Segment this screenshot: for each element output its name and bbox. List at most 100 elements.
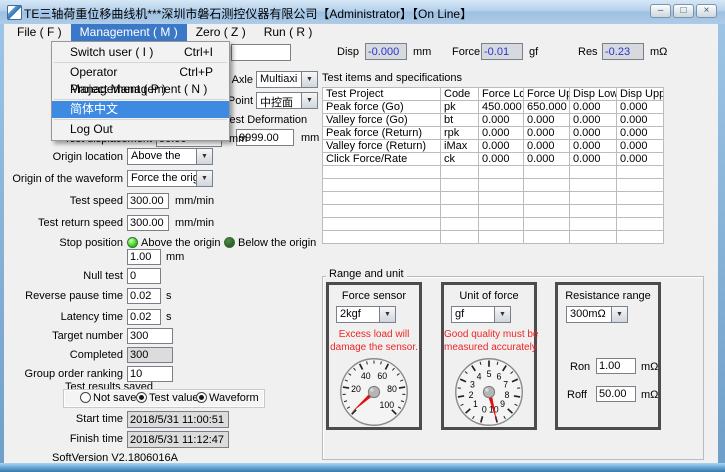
force-sensor-box: Force sensor 2kgf▼ Excess load will dama… [326, 282, 422, 430]
waveform-radio[interactable] [196, 392, 207, 403]
svg-text:0: 0 [482, 405, 487, 415]
spec-table-header: Test ProjectCode Force LowForce Upp Disp… [323, 88, 664, 101]
minimize-button[interactable]: – [650, 4, 671, 18]
window-border-right [718, 24, 725, 463]
window-border-bottom [0, 463, 725, 472]
not-save-label: Not save [93, 392, 136, 404]
spec-table-row[interactable]: Valley force (Return)iMax0.000 0.0000.00… [323, 140, 664, 153]
null-test-input[interactable] [127, 268, 161, 284]
res-label: Res [578, 46, 598, 58]
unit-of-force-select[interactable]: gf▼ [451, 306, 511, 323]
chevron-down-icon[interactable]: ▼ [196, 148, 213, 165]
resistance-range-title: Resistance range [558, 290, 658, 302]
waveform-label: Waveform [209, 392, 259, 404]
origin-location-select[interactable]: Above the▼ [127, 148, 213, 165]
window-title: TE三轴荷重位移曲线机***深圳市磐石测控仪器有限公司【Administrato… [24, 5, 472, 22]
test-speed-input[interactable] [127, 193, 169, 209]
above-origin-led[interactable] [127, 237, 138, 248]
roff-label: Roff [567, 389, 587, 401]
unit-of-force-gauge: 012345678910 [454, 357, 524, 427]
spec-table-row[interactable] [323, 218, 664, 231]
svg-text:4: 4 [477, 372, 482, 382]
point-select[interactable]: 中控面▼ [256, 92, 318, 109]
origin-waveform-label: Origin of the waveform [5, 173, 123, 185]
spec-table-row[interactable]: Valley force (Go)bt0.000 0.0000.0000.000 [323, 114, 664, 127]
spec-table: Test ProjectCode Force LowForce Upp Disp… [322, 87, 664, 244]
spec-table-row[interactable] [323, 166, 664, 179]
ron-unit: mΩ [641, 361, 658, 373]
spec-table-row[interactable]: Peak force (Return)rpk0.000 0.0000.0000.… [323, 127, 664, 140]
svg-text:6: 6 [496, 372, 501, 382]
origin-waveform-select[interactable]: Force the origin▼ [127, 170, 213, 187]
chevron-down-icon[interactable]: ▼ [494, 306, 511, 323]
title-bar: TE三轴荷重位移曲线机***深圳市磐石测控仪器有限公司【Administrato… [0, 0, 725, 25]
menu-item-operator-management[interactable]: Operator Management ( P )Ctrl+P [52, 64, 229, 81]
force-sensor-warning-1: Excess load will [329, 329, 419, 340]
below-origin-led[interactable] [224, 237, 235, 248]
menu-item-switch-user[interactable]: Switch user ( I )Ctrl+I [52, 44, 229, 61]
menu-run[interactable]: Run ( R ) [255, 24, 322, 41]
menu-separator [54, 119, 227, 120]
latency-time-unit: s [166, 311, 172, 323]
chevron-down-icon[interactable]: ▼ [196, 170, 213, 187]
disp-label: Disp [337, 46, 359, 58]
menu-file[interactable]: File ( F ) [8, 24, 71, 41]
group-order-input[interactable] [127, 366, 173, 382]
latency-time-input[interactable] [127, 309, 161, 325]
menu-item-log-out[interactable]: Log Out [52, 121, 229, 138]
above-origin-label: Above the origin [141, 237, 221, 249]
target-number-input[interactable] [127, 328, 173, 344]
soft-version: SoftVersion V2.1806016A [52, 452, 178, 464]
origin-location-label: Origin location [13, 151, 123, 163]
menu-item-simplified-chinese[interactable]: 简体中文 [52, 101, 229, 118]
menu-separator [54, 62, 227, 63]
test-return-speed-label: Test return speed [13, 217, 123, 229]
unit-of-force-title: Unit of force [444, 290, 534, 302]
chevron-down-icon[interactable]: ▼ [611, 306, 628, 323]
spec-table-row[interactable]: Peak force (Go)pk450.000 650.0000.0000.0… [323, 101, 664, 114]
spec-table-row[interactable] [323, 192, 664, 205]
reverse-pause-label: Reverse pause time [13, 290, 123, 302]
unit-of-force-warning-2: measured accurately [444, 342, 534, 353]
test-speed-label: Test speed [13, 195, 123, 207]
axle-select[interactable]: Multiaxi▼ [256, 71, 318, 88]
spec-table-row[interactable]: Click Force/Rateck0.000 0.0000.0000.000 [323, 153, 664, 166]
test-return-speed-unit: mm/min [175, 217, 214, 229]
disp-value [365, 43, 407, 60]
stop-offset-input[interactable] [127, 249, 161, 265]
spec-table-row[interactable] [323, 205, 664, 218]
menu-management[interactable]: Management ( M ) [71, 24, 187, 41]
below-origin-label: Below the origin [238, 237, 316, 249]
roff-input[interactable] [596, 386, 636, 402]
spec-table-row[interactable] [323, 231, 664, 244]
ron-label: Ron [570, 361, 590, 373]
project-name-input[interactable] [231, 44, 291, 61]
resistance-range-select[interactable]: 300mΩ▼ [566, 306, 628, 323]
stop-position-label: Stop position [13, 237, 123, 249]
chevron-down-icon[interactable]: ▼ [301, 92, 318, 109]
menu-item-project-management[interactable]: Project Management ( N ) [52, 81, 229, 98]
svg-text:1: 1 [473, 399, 478, 409]
finish-time-label: Finish time [13, 433, 123, 445]
test-return-speed-input[interactable] [127, 215, 169, 231]
spec-table-row[interactable] [323, 179, 664, 192]
svg-text:80: 80 [387, 384, 397, 394]
svg-text:5: 5 [487, 369, 492, 379]
app-icon [7, 5, 22, 20]
close-button[interactable]: × [696, 4, 717, 18]
menu-zero[interactable]: Zero ( Z ) [187, 24, 255, 41]
stop-offset-unit: mm [166, 251, 184, 263]
management-menu-dropdown: Switch user ( I )Ctrl+I Operator Managem… [51, 41, 230, 141]
reverse-pause-input[interactable] [127, 288, 161, 304]
chevron-down-icon[interactable]: ▼ [379, 306, 396, 323]
test-values-radio[interactable] [136, 392, 147, 403]
ron-input[interactable] [596, 358, 636, 374]
chevron-down-icon[interactable]: ▼ [301, 71, 318, 88]
svg-text:3: 3 [470, 380, 475, 390]
target-number-label: Target number [13, 330, 123, 342]
maximize-button[interactable]: □ [673, 4, 694, 18]
spec-table-title: Test items and specifications [322, 72, 462, 84]
force-sensor-select[interactable]: 2kgf▼ [336, 306, 396, 323]
not-save-radio[interactable] [80, 392, 91, 403]
svg-text:9: 9 [500, 399, 505, 409]
